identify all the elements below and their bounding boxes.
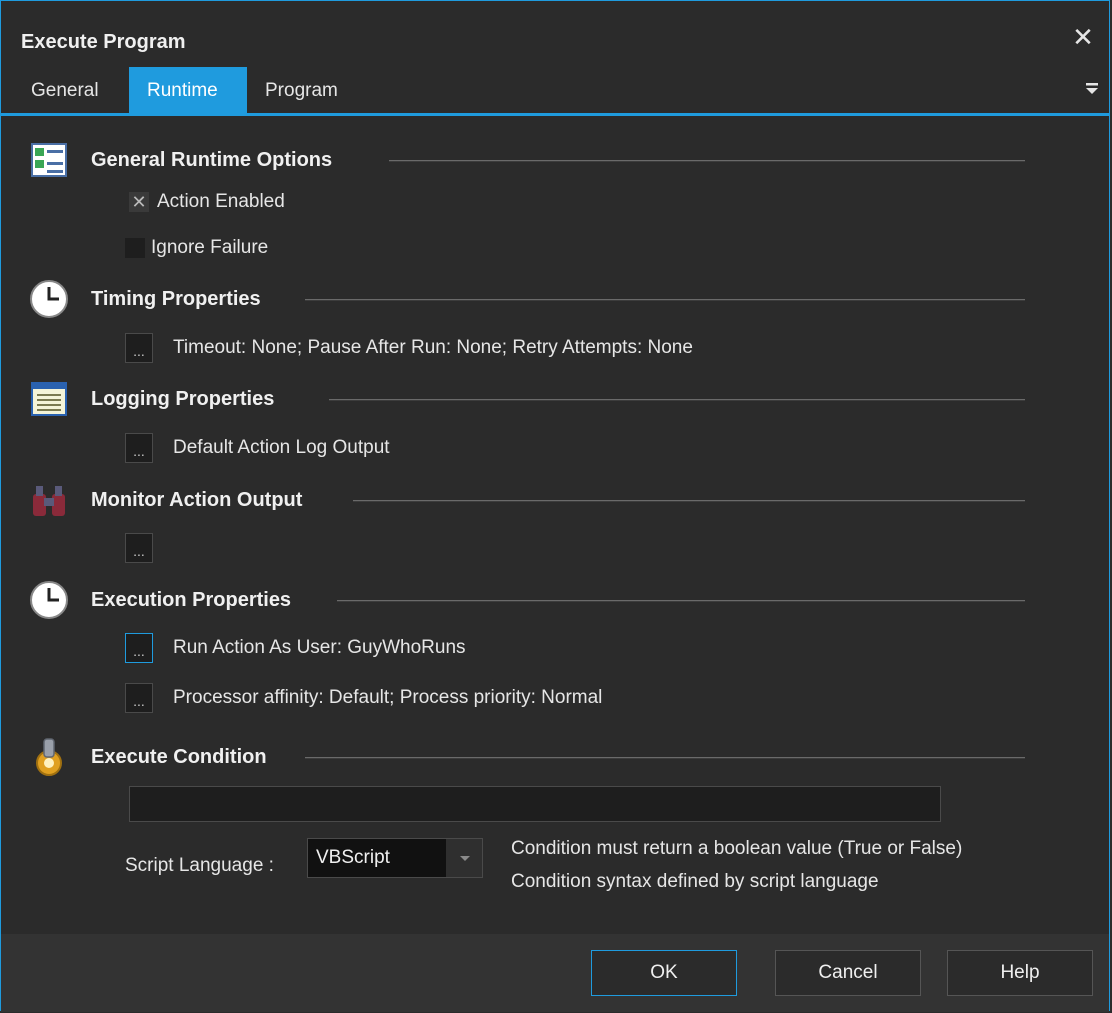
run-as-row: ... Run Action As User: GuyWhoRuns	[125, 633, 466, 663]
tab-bar: General Runtime Program	[1, 67, 1109, 116]
checkbox-box[interactable]	[125, 238, 145, 258]
condition-expression-input[interactable]	[129, 786, 941, 822]
checkbox-label: Ignore Failure	[151, 237, 269, 258]
cancel-button[interactable]: Cancel	[775, 950, 921, 996]
clock-icon	[30, 581, 68, 619]
logging-header: Logging Properties	[29, 379, 274, 419]
logging-summary: Default Action Log Output	[173, 437, 390, 458]
run-as-summary: Run Action As User: GuyWhoRuns	[173, 637, 466, 658]
title-bar[interactable]: Execute Program ✕	[1, 1, 1109, 63]
logging-row: ... Default Action Log Output	[125, 433, 390, 463]
ok-button[interactable]: OK	[591, 950, 737, 996]
dialog-footer: OK Cancel Help	[1, 934, 1109, 1012]
divider	[389, 160, 1025, 162]
checkbox-label: Action Enabled	[157, 191, 285, 212]
logging-edit-button[interactable]: ...	[125, 433, 153, 463]
clock-icon	[30, 280, 68, 318]
checklist-icon	[31, 143, 67, 177]
dialog-title: Execute Program	[21, 31, 186, 53]
help-button[interactable]: Help	[947, 950, 1093, 996]
timing-header: Timing Properties	[29, 279, 261, 319]
action-enabled-checkbox[interactable]: ✕ Action Enabled	[129, 191, 285, 213]
script-language-label: Script Language :	[125, 855, 274, 876]
general-runtime-header: General Runtime Options	[29, 140, 332, 180]
divider	[305, 757, 1025, 759]
monitor-header: Monitor Action Output	[29, 480, 302, 520]
monitor-edit-button[interactable]: ...	[125, 533, 153, 563]
timing-summary: Timeout: None; Pause After Run: None; Re…	[173, 337, 693, 358]
binoculars-icon	[33, 486, 65, 516]
tab-runtime[interactable]: Runtime	[129, 67, 247, 113]
section-title: Logging Properties	[91, 387, 275, 410]
script-language-value[interactable]: VBScript	[308, 839, 446, 877]
affinity-summary: Processor affinity: Default; Process pri…	[173, 687, 603, 708]
divider	[305, 299, 1025, 301]
checkbox-box[interactable]: ✕	[129, 192, 149, 212]
ignore-failure-checkbox[interactable]: Ignore Failure	[125, 237, 268, 259]
runtime-panel: General Runtime Options ✕ Action Enabled…	[1, 116, 1109, 934]
chevron-down-icon[interactable]	[446, 839, 482, 877]
close-icon[interactable]: ✕	[1071, 24, 1095, 50]
run-as-edit-button[interactable]: ...	[125, 633, 153, 663]
log-icon	[31, 382, 67, 416]
divider	[329, 399, 1025, 401]
condition-header: Execute Condition	[29, 737, 267, 777]
affinity-row: ... Processor affinity: Default; Process…	[125, 683, 602, 713]
section-title: Monitor Action Output	[91, 488, 303, 511]
tab-program[interactable]: Program	[247, 67, 356, 113]
timing-edit-button[interactable]: ...	[125, 333, 153, 363]
execute-program-dialog: Execute Program ✕ General Runtime Progra…	[0, 0, 1110, 1012]
tab-general[interactable]: General	[11, 67, 119, 113]
affinity-edit-button[interactable]: ...	[125, 683, 153, 713]
section-title: General Runtime Options	[91, 148, 333, 171]
divider	[337, 600, 1025, 602]
section-title: Timing Properties	[91, 287, 261, 310]
menu-icon[interactable]	[1085, 81, 1099, 97]
timing-row: ... Timeout: None; Pause After Run: None…	[125, 333, 693, 363]
monitor-row: ...	[125, 533, 173, 563]
section-title: Execution Properties	[91, 588, 292, 611]
execution-header: Execution Properties	[29, 580, 291, 620]
condition-hint-1: Condition must return a boolean value (T…	[511, 838, 963, 859]
gear-icon	[36, 738, 62, 776]
script-language-select[interactable]: VBScript	[307, 838, 483, 878]
condition-hint-2: Condition syntax defined by script langu…	[511, 871, 879, 892]
section-title: Execute Condition	[91, 745, 267, 768]
divider	[353, 500, 1025, 502]
